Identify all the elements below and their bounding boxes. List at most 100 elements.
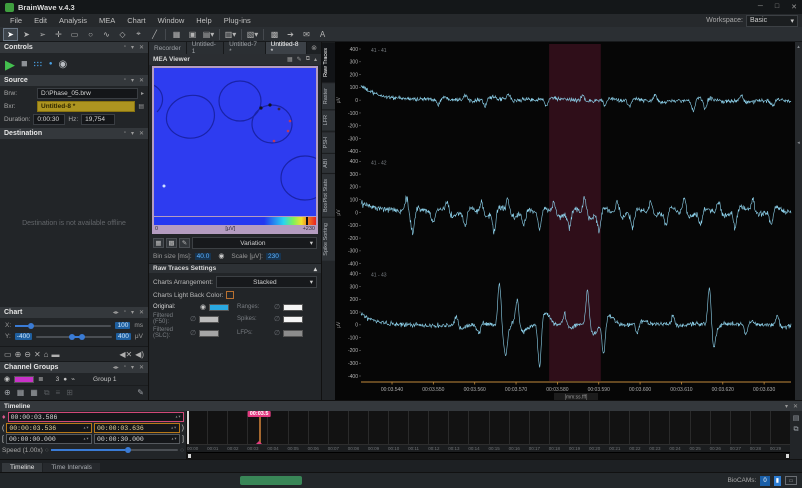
speaker-icon[interactable]: ◀) xyxy=(135,350,144,359)
rect-select-icon[interactable]: ▭ xyxy=(67,28,82,41)
chart-tab-lfr[interactable]: LFR xyxy=(322,109,335,131)
zoom-in-icon[interactable]: ⊕ xyxy=(15,350,22,359)
bxr-name-field[interactable]: Untitled-8 * xyxy=(37,101,136,112)
raw-traces-settings-header[interactable]: Raw Traces Settings ▴ xyxy=(149,263,321,273)
pin-icon[interactable]: ▾ xyxy=(785,403,788,410)
eye-off-icon[interactable]: ∅ xyxy=(274,329,280,337)
polygon-select-icon[interactable]: ◇ xyxy=(115,28,130,41)
eye-off-icon[interactable]: ∅ xyxy=(190,315,196,323)
collapse-left-icon[interactable]: ◂ xyxy=(797,140,800,146)
y-range-slider[interactable] xyxy=(35,333,113,340)
copy-icon[interactable]: ⧉ xyxy=(306,56,310,63)
raw-traces-svg[interactable]: 400 300 200 100 0 -100 -200 -300 -400 μV 41 - 41 40… xyxy=(335,42,795,400)
marked-electrode-dot[interactable] xyxy=(286,129,290,133)
x-window-value[interactable]: 100 xyxy=(115,322,131,329)
range-start-field[interactable]: 00:00:00.000 ▴▾ xyxy=(5,434,92,444)
menu-item-help[interactable]: Help xyxy=(190,16,217,25)
eye-off-icon[interactable]: ∅ xyxy=(274,315,280,323)
bin-size-value[interactable]: 40.0 xyxy=(194,252,212,260)
zoom-out-icon[interactable]: ⊖ xyxy=(24,350,31,359)
brw-path-field[interactable]: D:\Phase_05.brw xyxy=(37,88,138,99)
move-tool-icon[interactable]: ✛ xyxy=(51,28,66,41)
close-icon[interactable]: ✕ xyxy=(139,130,144,137)
minimize-button[interactable]: ─ xyxy=(758,3,763,11)
tab-recorder[interactable]: Recorder xyxy=(149,42,187,54)
channel-group-row[interactable]: ◉ ≣ 3 ● ⌁ Group 1 xyxy=(0,373,148,385)
add-group-icon[interactable]: ⊕ xyxy=(4,388,11,398)
chart-tab-raster[interactable]: Raster xyxy=(322,82,335,110)
text-tool-icon[interactable]: A xyxy=(315,28,330,41)
tab-untitled-1[interactable]: Untitled-1 xyxy=(186,41,225,55)
speed-slider[interactable] xyxy=(50,447,179,453)
tab-untitled-8-[interactable]: Untitled-8 * xyxy=(265,41,308,55)
pill-icon[interactable]: ▬ xyxy=(52,350,60,359)
workspace-select[interactable]: Basic ▾ xyxy=(746,14,798,27)
marked-electrode-dot[interactable] xyxy=(272,139,276,143)
home-view-icon[interactable]: ⌂ xyxy=(44,350,49,359)
menu-item-file[interactable]: File xyxy=(4,16,28,25)
menu-item-plugins[interactable]: Plug-ins xyxy=(218,16,257,25)
x-window-slider[interactable] xyxy=(15,322,112,329)
collapse-icon[interactable]: ▴ xyxy=(314,56,317,63)
maximize-button[interactable]: □ xyxy=(775,3,779,11)
file-icon[interactable]: ▤ xyxy=(138,103,144,110)
measure-dropdown-icon[interactable]: ▧▾ xyxy=(245,28,260,41)
pin-icon[interactable]: ▾ xyxy=(131,364,134,371)
eye-icon[interactable]: ◉ xyxy=(4,375,10,383)
chart-tab-psh[interactable]: PSH xyxy=(322,130,335,153)
map-edit-icon[interactable]: ✎ xyxy=(179,238,190,248)
eye-icon[interactable]: ◉ xyxy=(218,252,224,260)
dock-icon[interactable]: ▫ xyxy=(124,364,126,371)
collapse-up-icon[interactable]: ▴ xyxy=(797,44,800,50)
stop-button[interactable]: ■ xyxy=(21,58,28,70)
cursor-time-field[interactable]: 00:00:03.586 ▴▾ xyxy=(7,412,184,422)
tab-close-icon[interactable]: ⊗ xyxy=(307,42,321,54)
menu-item-mea[interactable]: MEA xyxy=(93,16,121,25)
layout-dropdown-icon[interactable]: ▤▾ xyxy=(201,28,216,41)
play-button[interactable]: ▶ xyxy=(5,58,15,71)
selection-start-field[interactable]: 00:00:03.536 ▴▾ xyxy=(6,423,92,433)
collapse-left-icon[interactable]: ◂▸ xyxy=(113,309,119,316)
import-group-icon[interactable]: ▦ xyxy=(17,388,25,398)
stepper-icon[interactable]: ▴▾ xyxy=(175,414,181,420)
chart-tab-spike-sorting[interactable]: Spike Sorting xyxy=(322,216,335,261)
layout2-dropdown-icon[interactable]: ▥▾ xyxy=(223,28,238,41)
mail-tool-icon[interactable]: ✉ xyxy=(299,28,314,41)
collapse-left-icon[interactable]: ◂▸ xyxy=(113,364,119,371)
group-color-swatch[interactable] xyxy=(14,375,35,383)
arrangement-select[interactable]: Stacked ▾ xyxy=(215,276,317,288)
scroll-right-handle[interactable] xyxy=(786,454,789,458)
selection-end-field[interactable]: 00:00:03.636 ▴▾ xyxy=(94,423,180,433)
selected-electrode-dot[interactable] xyxy=(268,103,272,107)
timeline-copy-icon[interactable]: ⧉ xyxy=(794,426,799,434)
close-icon[interactable]: ✕ xyxy=(139,77,144,84)
timeline-cursor-badge[interactable]: 00:03.5 xyxy=(247,411,271,417)
y-min-value[interactable]: -400 xyxy=(14,333,32,340)
stepper-icon[interactable]: ▴▾ xyxy=(83,425,89,431)
timeline-view-icon[interactable]: ▤ xyxy=(793,414,800,422)
probe-tool-icon[interactable]: ⌖ xyxy=(131,28,146,41)
stepper-icon[interactable]: ▴▾ xyxy=(171,425,177,431)
browse-button[interactable]: ▸ xyxy=(141,90,144,97)
close-button[interactable]: ✕ xyxy=(791,3,797,11)
dock-icon[interactable]: ▫ xyxy=(124,44,126,51)
freehand-select-icon[interactable]: ∿ xyxy=(99,28,114,41)
select-cursor-alt-icon[interactable]: ➤ xyxy=(19,28,34,41)
eye-off-icon[interactable]: ∅ xyxy=(190,329,196,337)
menu-item-window[interactable]: Window xyxy=(152,16,191,25)
close-icon[interactable]: ✕ xyxy=(139,44,144,51)
close-icon[interactable]: ✕ xyxy=(139,364,144,371)
pointer-tool-icon[interactable]: ➔ xyxy=(283,28,298,41)
pin-icon[interactable]: ▾ xyxy=(131,77,134,84)
timeline-scrollbar[interactable] xyxy=(187,452,790,459)
raw-traces-plot[interactable]: 400 300 200 100 0 -100 -200 -300 -400 μV 41 - 41 40… xyxy=(335,42,795,400)
chart-tab-boxplot-stats[interactable]: BoxPlot Stats xyxy=(322,172,335,217)
dock-tab-time-intervals[interactable]: Time Intervals xyxy=(43,463,100,472)
edit-group-icon[interactable]: ✎ xyxy=(137,388,144,398)
monitor-icon[interactable]: ▭ xyxy=(785,476,797,485)
edit-icon[interactable]: ✎ xyxy=(297,56,302,63)
ellipse-select-icon[interactable]: ○ xyxy=(83,28,98,41)
menu-item-chart[interactable]: Chart xyxy=(121,16,151,25)
chart-tab-abi[interactable]: ABI xyxy=(322,152,335,173)
dock-icon[interactable]: ▫ xyxy=(124,130,126,137)
